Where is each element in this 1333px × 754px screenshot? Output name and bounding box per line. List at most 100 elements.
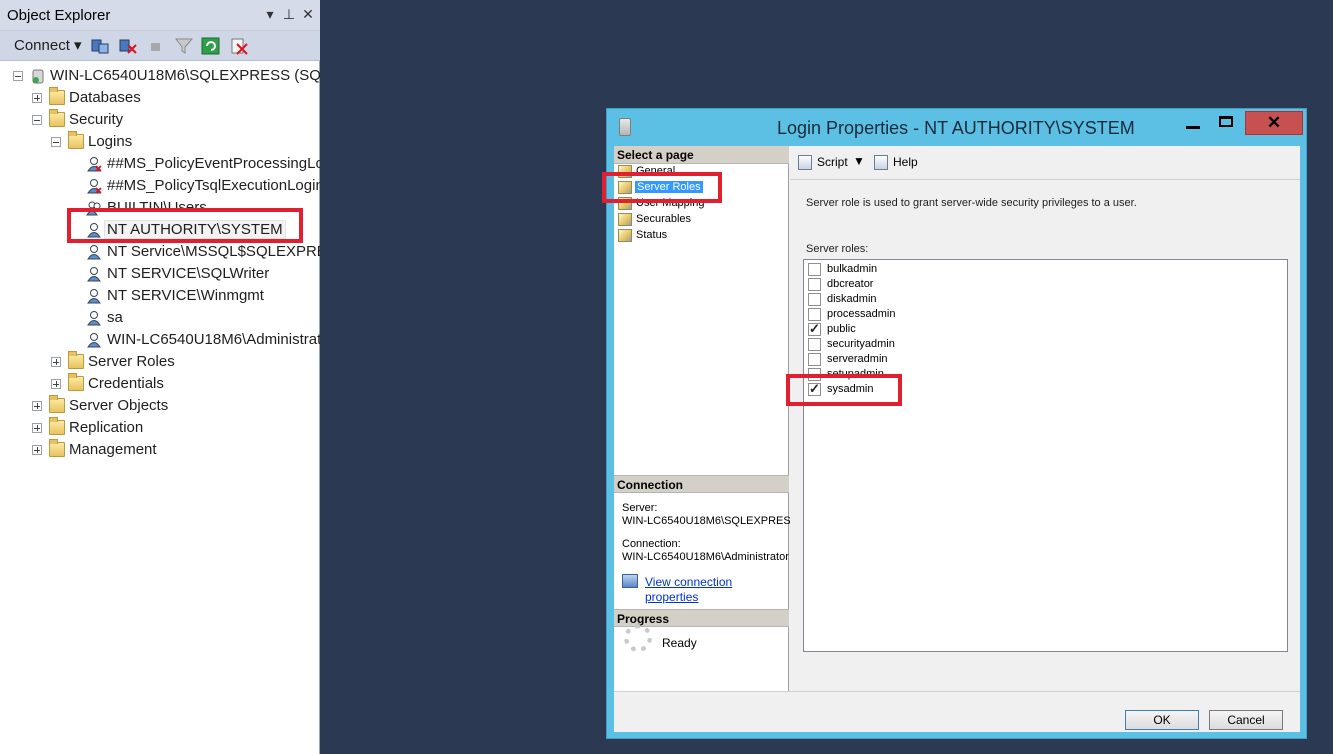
collapse-icon[interactable] (13, 71, 23, 81)
role-item-bulkadmin[interactable]: bulkadmin (804, 263, 1104, 278)
collapse-icon[interactable] (51, 137, 61, 147)
page-label: Status (636, 229, 668, 241)
tree-node-label: Logins (88, 133, 133, 150)
object-explorer-titlebar: Object Explorer ▾ ⊥ ✕ (0, 0, 320, 31)
expand-icon[interactable] (51, 379, 61, 389)
cancel-button[interactable]: Cancel (1209, 710, 1283, 730)
tree-node-databases[interactable]: Databases (32, 87, 320, 109)
expand-icon[interactable] (32, 423, 42, 433)
tree-node-label: NT SERVICE\SQLWriter (107, 265, 270, 282)
role-checkbox[interactable] (808, 278, 821, 291)
ok-button[interactable]: OK (1125, 710, 1199, 730)
app-icon (619, 118, 631, 136)
tree-node-server-objects[interactable]: Server Objects (32, 395, 320, 417)
highlight-box-server-roles (602, 172, 722, 203)
close-icon[interactable]: ✕ (300, 6, 316, 23)
view-connection-properties-link[interactable]: View connection (645, 575, 732, 589)
tree-node-label: Server Objects (69, 397, 169, 414)
tree-node-logins[interactable]: Logins (51, 131, 320, 153)
script-dropdown-icon[interactable]: ▼ (853, 154, 865, 168)
minimize-button[interactable] (1177, 111, 1209, 135)
folder-icon (68, 131, 84, 149)
filter-icon[interactable] (174, 37, 194, 55)
expand-icon[interactable] (32, 445, 42, 455)
dropdown-icon[interactable]: ▾ (262, 6, 278, 23)
role-label: processadmin (827, 308, 896, 320)
role-checkbox[interactable] (808, 338, 821, 351)
role-checkbox[interactable] (808, 308, 821, 321)
disconnect-icon[interactable] (118, 37, 138, 55)
dialog-footer: OK Cancel (614, 691, 1300, 732)
maximize-button[interactable] (1211, 111, 1243, 135)
role-label: dbcreator (827, 278, 874, 290)
role-item-diskadmin[interactable]: diskadmin (804, 293, 1104, 308)
stop-icon[interactable] (148, 37, 168, 55)
script-button[interactable]: Script (817, 155, 848, 169)
login-user-icon (86, 178, 102, 194)
login-user-icon (86, 288, 102, 304)
tree-node-login[interactable]: NT SERVICE\Winmgmt (86, 285, 320, 307)
close-button[interactable]: ✕ (1245, 111, 1303, 135)
object-explorer-toolbar: Connect ▾ (0, 31, 320, 61)
tree-node-login[interactable]: ##MS_PolicyTsqlExecutionLogin (86, 175, 320, 197)
server-roles-label: Server roles: (806, 243, 869, 255)
folder-icon (49, 417, 65, 435)
page-label: Securables (636, 213, 692, 225)
tree-node-label: Server Roles (88, 353, 175, 370)
close-icon: ✕ (1266, 113, 1282, 132)
tree-node-label: sa (107, 309, 123, 326)
tree-node-login[interactable]: ##MS_PolicyEventProcessingLog (86, 153, 320, 175)
role-item-dbcreator[interactable]: dbcreator (804, 278, 1104, 293)
role-item-serveradmin[interactable]: serveradmin (804, 353, 1104, 368)
tree-node-replication[interactable]: Replication (32, 417, 320, 439)
connect-label: Connect (14, 37, 70, 54)
collapse-icon[interactable] (32, 115, 42, 125)
tree-node-label: NT Service\MSSQL$SQLEXPRESS (107, 243, 320, 260)
tree-node-login[interactable]: sa (86, 307, 320, 329)
role-label: bulkadmin (827, 263, 878, 275)
expand-icon[interactable] (32, 93, 42, 103)
select-page-pane: Select a page General Server Roles User … (614, 146, 791, 691)
tree-node-credentials[interactable]: Credentials (51, 373, 320, 395)
folder-icon (49, 87, 65, 105)
progress-spinner-icon (624, 624, 652, 652)
expand-icon[interactable] (51, 357, 61, 367)
tree-node-login[interactable]: WIN-LC6540U18M6\Administrat (86, 329, 320, 351)
view-connection-properties-link-line2[interactable]: properties (645, 590, 698, 604)
tree-node-login[interactable]: NT Service\MSSQL$SQLEXPRESS (86, 241, 320, 263)
tree-node-label: NT SERVICE\Winmgmt (107, 287, 264, 304)
tree-node-server[interactable]: WIN-LC6540U18M6\SQLEXPRESS (SQL Se (13, 65, 320, 87)
role-checkbox-checked[interactable] (808, 321, 821, 337)
activity-monitor-icon[interactable] (229, 37, 249, 55)
tree-node-label: ##MS_PolicyTsqlExecutionLogin (107, 177, 320, 194)
role-checkbox[interactable] (808, 293, 821, 306)
role-item-processadmin[interactable]: processadmin (804, 308, 1104, 323)
highlight-box-sysadmin (786, 374, 902, 406)
tree-node-server-roles[interactable]: Server Roles (51, 351, 320, 373)
tree-node-management[interactable]: Management (32, 439, 320, 461)
role-item-public[interactable]: public (804, 321, 1104, 338)
object-explorer-panel: Object Explorer ▾ ⊥ ✕ Connect ▾ WIN-LC65… (0, 0, 320, 754)
expand-icon[interactable] (32, 401, 42, 411)
tree-node-security[interactable]: Security (32, 109, 320, 131)
tree-node-login[interactable]: NT SERVICE\SQLWriter (86, 263, 320, 285)
help-button[interactable]: Help (893, 155, 918, 169)
tree-node-label: ##MS_PolicyEventProcessingLog (107, 155, 320, 172)
refresh-icon[interactable] (201, 37, 221, 55)
object-explorer-title: Object Explorer (7, 7, 111, 24)
tree-node-label: Security (69, 111, 124, 128)
role-checkbox[interactable] (808, 353, 821, 366)
role-checkbox[interactable] (808, 263, 821, 276)
connection-properties-icon (622, 574, 638, 588)
pin-icon[interactable]: ⊥ (281, 6, 297, 23)
connect-server-icon[interactable] (90, 37, 110, 55)
server-roles-pane: Script ▼ Help Server role is used to gra… (790, 146, 1300, 691)
role-item-securityadmin[interactable]: securityadmin (804, 338, 1104, 353)
help-icon (874, 155, 888, 170)
dialog-toolbar: Script ▼ Help (790, 146, 1300, 180)
login-user-icon (86, 244, 102, 260)
highlight-box-login (67, 208, 303, 243)
folder-icon (49, 395, 65, 413)
connect-button[interactable]: Connect ▾ (14, 36, 82, 54)
server-value: WIN-LC6540U18M6\SQLEXPRES (622, 515, 791, 527)
